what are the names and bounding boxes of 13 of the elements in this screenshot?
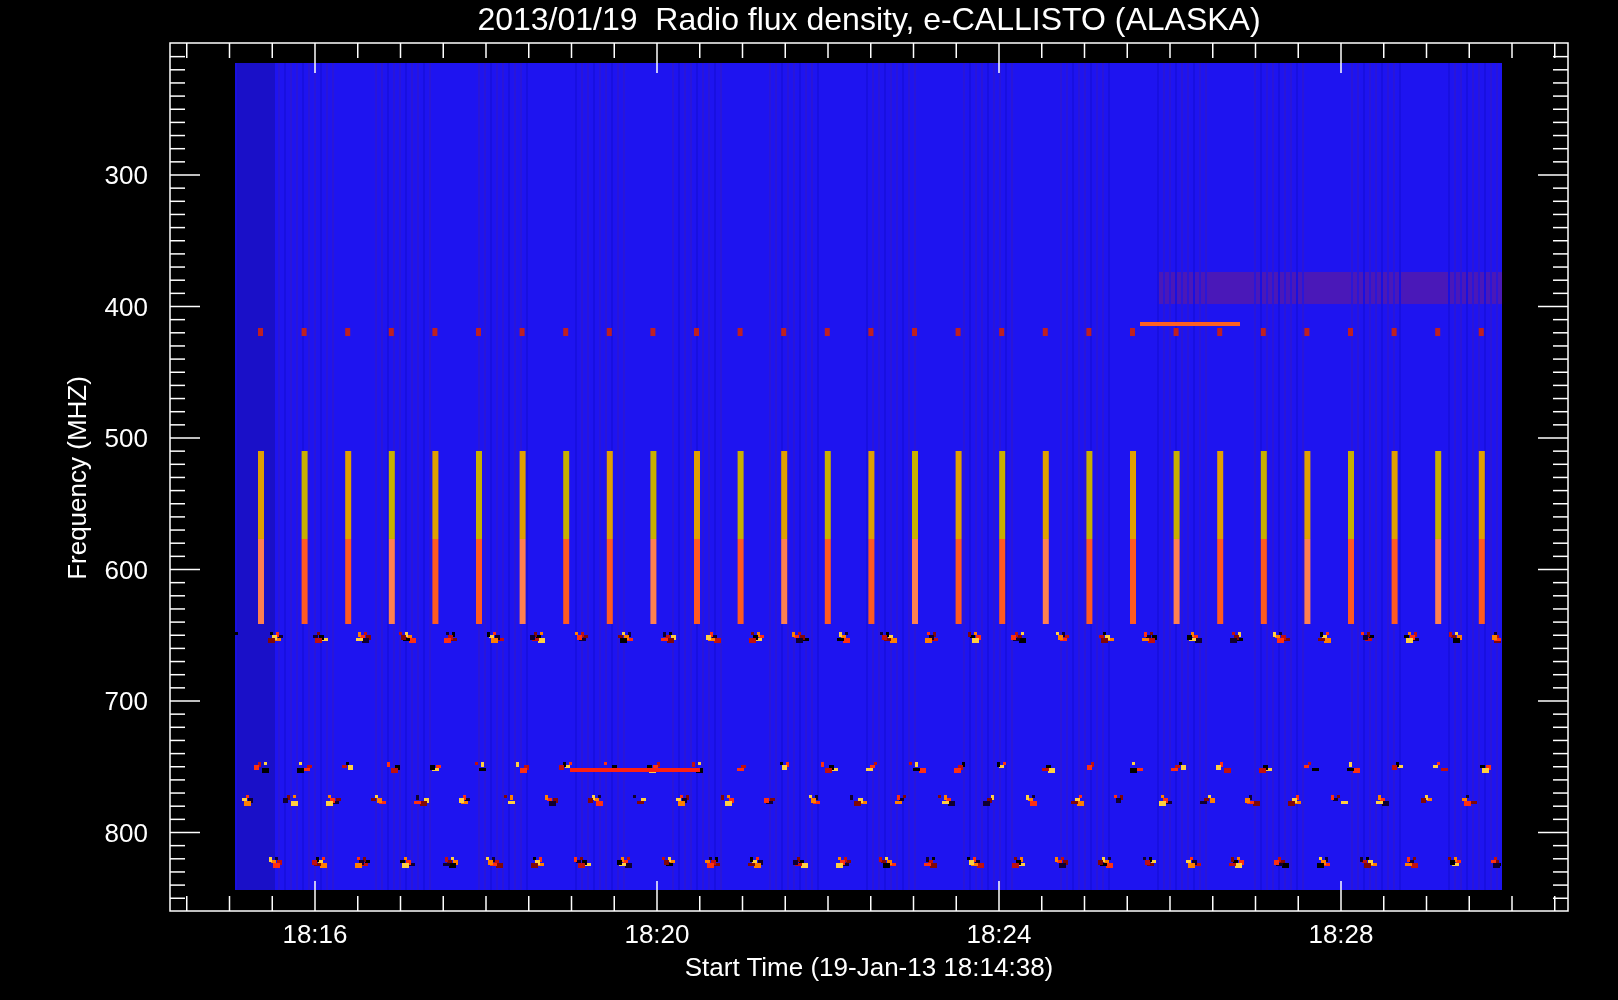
y-tick-label: 500 (104, 423, 148, 453)
x-tick-label: 18:16 (282, 919, 348, 949)
y-axis-label: Frequency (MHZ) (62, 376, 92, 580)
x-tick-label: 18:28 (1308, 919, 1374, 949)
x-axis-label: Start Time (19-Jan-13 18:14:38) (684, 952, 1054, 982)
y-tick-label: 800 (104, 817, 148, 848)
y-tick-label: 600 (104, 554, 148, 585)
x-tick-label: 18:24 (966, 919, 1032, 949)
x-tick-label: 18:20 (624, 919, 690, 949)
y-tick-label: 300 (104, 160, 148, 190)
y-tick-label: 400 (104, 291, 148, 322)
y-tick-label: 700 (104, 686, 148, 716)
chart-title: 2013/01/19 Radio flux density, e-CALLISTO (ALASKA) (477, 1, 1261, 37)
